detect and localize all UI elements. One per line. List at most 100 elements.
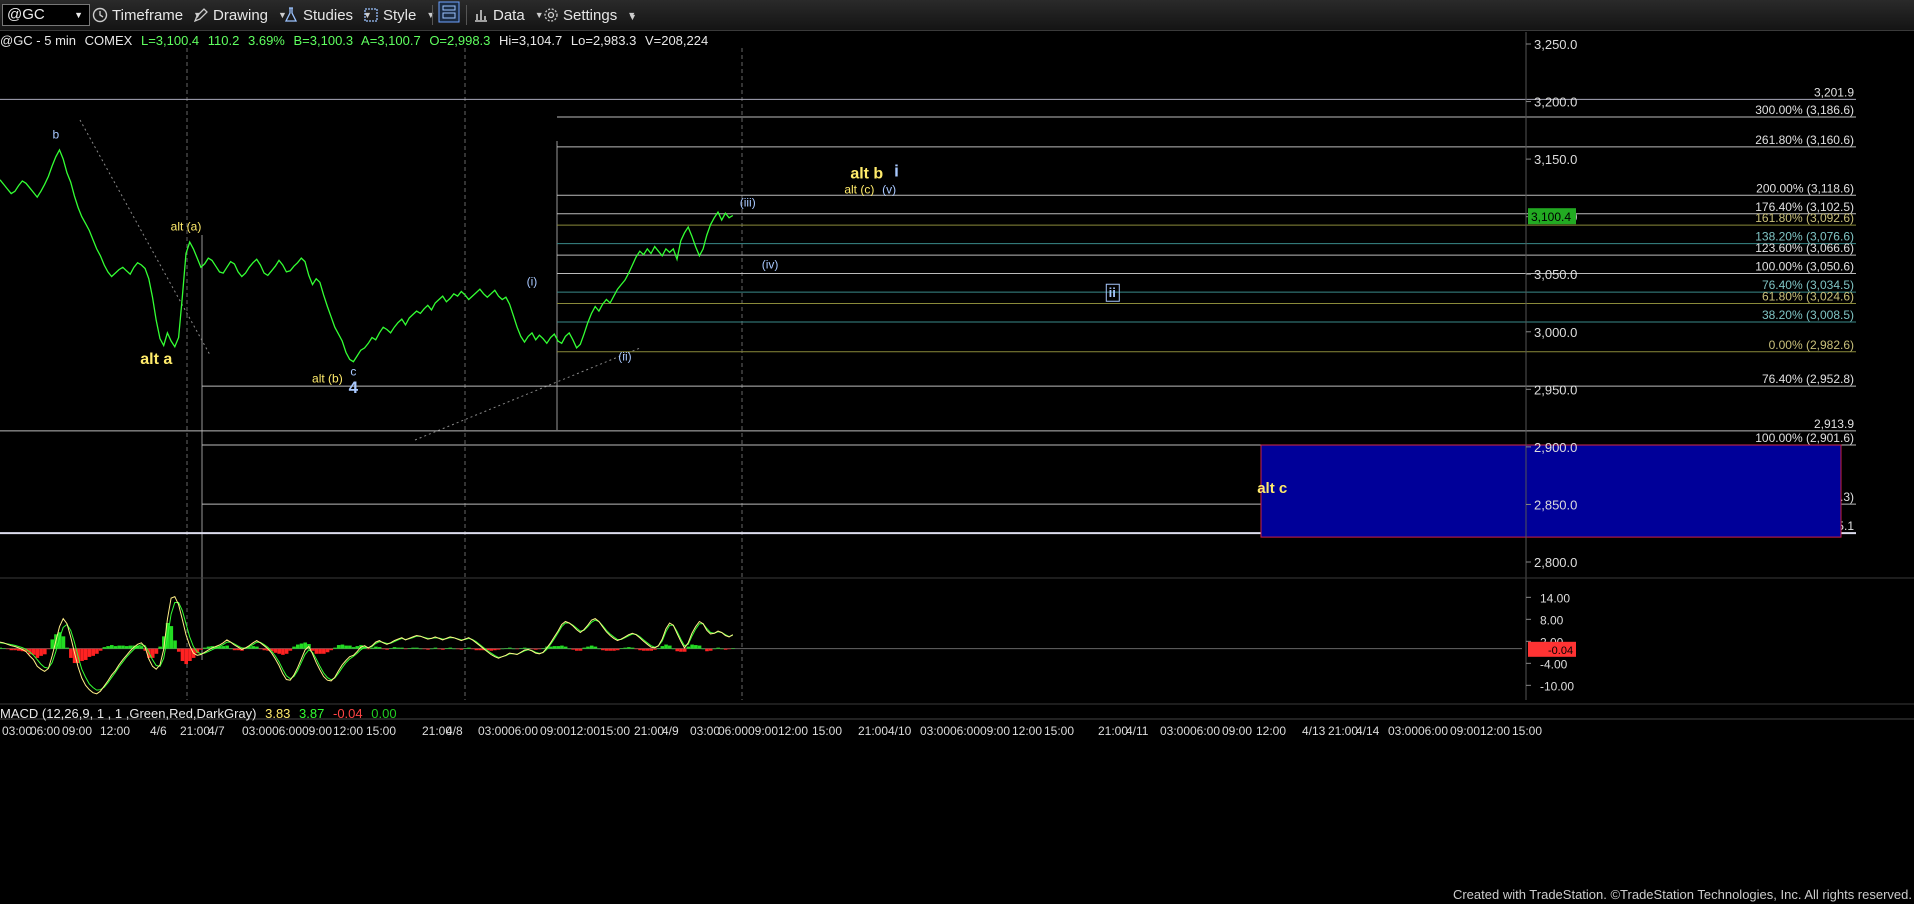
toolbar-overflow-button[interactable]: ▼: [622, 8, 637, 26]
macd-histogram-bar: [9, 648, 14, 651]
macd-histogram-bar: [641, 648, 646, 651]
macd-histogram-bar: [106, 646, 110, 649]
x-tick-label: 03:00: [690, 724, 720, 738]
macd-histogram-bar: [478, 648, 482, 651]
macd-histogram-bar: [571, 648, 575, 650]
x-tick-label: 4/10: [888, 724, 912, 738]
macd-histogram-bar: [679, 648, 683, 652]
macd-histogram-bar: [284, 648, 289, 654]
macd-histogram-bar: [43, 648, 47, 655]
x-tick-label: 4/6: [150, 724, 167, 738]
timeframe-menu[interactable]: Timeframe ▼: [92, 6, 202, 24]
macd-histogram-bar: [65, 647, 69, 649]
drawing-menu[interactable]: Drawing ▼: [193, 6, 287, 24]
macd-histogram-bar: [28, 648, 32, 655]
macd-histogram-bar: [95, 648, 99, 654]
wave-label: alt (a): [171, 219, 202, 233]
trend-line: [79, 119, 211, 356]
macd-histogram-bar: [121, 645, 125, 649]
macd-histogram-bar: [232, 648, 237, 651]
macd-histogram-bar: [608, 648, 613, 651]
macd-histogram-bar: [277, 648, 281, 654]
symbol-selector[interactable]: @GC ▼: [2, 4, 90, 26]
macd-histogram-bar: [485, 648, 490, 651]
macd-histogram-bar: [229, 648, 233, 650]
macd-tick-label: 2.00: [1540, 635, 1564, 649]
x-tick-label: 21:00: [180, 724, 210, 738]
bid: B=3,100.3: [293, 33, 354, 48]
wave-label: b: [52, 127, 59, 141]
macd-histogram-bar: [389, 648, 393, 649]
x-tick-label: 4/14: [1356, 724, 1380, 738]
low: Lo=2,983.3: [570, 33, 637, 48]
macd-histogram-bar: [619, 648, 624, 649]
x-tick-label: 4/9: [662, 724, 679, 738]
macd-histogram-bar: [612, 648, 616, 651]
macd-histogram-bar: [582, 647, 587, 649]
x-tick-label: 06:00: [718, 724, 748, 738]
macd-histogram-bar: [76, 648, 81, 664]
layout-icon: [438, 1, 460, 23]
y-tick-label: 3,000.0: [1534, 325, 1577, 340]
macd-histogram-bar: [303, 642, 308, 649]
macd-histogram-bar: [604, 648, 609, 651]
macd-histogram-bar: [169, 626, 174, 649]
macd-histogram-bar: [697, 645, 702, 649]
macd-histogram-bar: [545, 646, 549, 649]
x-tick-label: 09:00: [540, 724, 570, 738]
x-tick-label: 4/11: [1126, 724, 1149, 738]
macd-histogram-bar: [102, 647, 107, 649]
macd-histogram-bar: [597, 648, 601, 650]
macd-histogram-bar: [154, 648, 159, 654]
macd-histogram-bar: [243, 648, 248, 649]
macd-histogram-bar: [727, 648, 732, 650]
macd-histogram-bar: [158, 646, 162, 649]
fib-label: 38.20% (3,008.5): [1762, 308, 1854, 322]
target-box: [1260, 444, 1842, 538]
fib-label: 61.80% (3,024.6): [1762, 289, 1854, 303]
price-chart[interactable]: 3,201.9 300.00% (3,186.6) 261.80% (3,160.6…: [0, 0, 1914, 904]
macd-histogram-bar: [589, 645, 594, 649]
macd-histogram-bar: [318, 648, 322, 654]
data-menu[interactable]: Data ▼: [473, 6, 544, 24]
macd-histogram-bar: [452, 648, 456, 650]
macd-histogram-bar: [563, 646, 568, 649]
macd-histogram-bar: [664, 644, 668, 649]
symbol-text: @GC: [7, 6, 45, 23]
macd-histogram-bar: [340, 644, 345, 649]
x-tick-label: 12:00: [778, 724, 808, 738]
macd-histogram-bar: [195, 648, 200, 654]
macd-histogram-bar: [162, 636, 166, 649]
fib-label: 176.40% (3,102.5): [1755, 200, 1854, 214]
x-tick-label: 06:00: [1190, 724, 1220, 738]
macd-histogram-bar: [191, 648, 196, 658]
macd-histogram-bar: [46, 648, 51, 650]
macd-histogram-bar: [139, 646, 144, 649]
macd-histogram-bar: [310, 648, 315, 651]
macd-histogram-bar: [240, 648, 244, 651]
fib-label: 300.00% (3,186.6): [1755, 103, 1854, 117]
style-menu[interactable]: Style ▼: [363, 6, 435, 24]
macd-histogram-bar: [701, 648, 706, 650]
macd-histogram-bar: [262, 648, 267, 651]
layout-button[interactable]: [438, 1, 460, 23]
macd-histogram-bar: [426, 648, 430, 650]
x-tick-label: 21:00: [858, 724, 888, 738]
fib-label: 2,825.1: [1814, 519, 1854, 533]
macd-histogram-bar: [329, 648, 334, 651]
studies-menu[interactable]: Studies ▼: [283, 6, 372, 24]
y-tick-label: 2,800.0: [1534, 555, 1577, 570]
macd-histogram-bar: [444, 648, 449, 649]
y-tick-label: 2,900.0: [1534, 440, 1577, 455]
x-tick-label: 06:00: [272, 724, 302, 738]
current-price-label: 3,100.4: [1531, 210, 1571, 224]
macd-signal-line: [0, 602, 733, 691]
macd-histogram-bar: [113, 646, 118, 649]
style-label: Style: [383, 6, 417, 24]
x-tick-label: 03:00: [1388, 724, 1418, 738]
price-line: [0, 148, 734, 363]
macd-histogram-bar: [117, 645, 122, 649]
wave-label: alt c: [1257, 480, 1287, 497]
y-tick-label: 2,850.0: [1534, 497, 1577, 512]
macd-histogram-bar: [221, 646, 226, 649]
